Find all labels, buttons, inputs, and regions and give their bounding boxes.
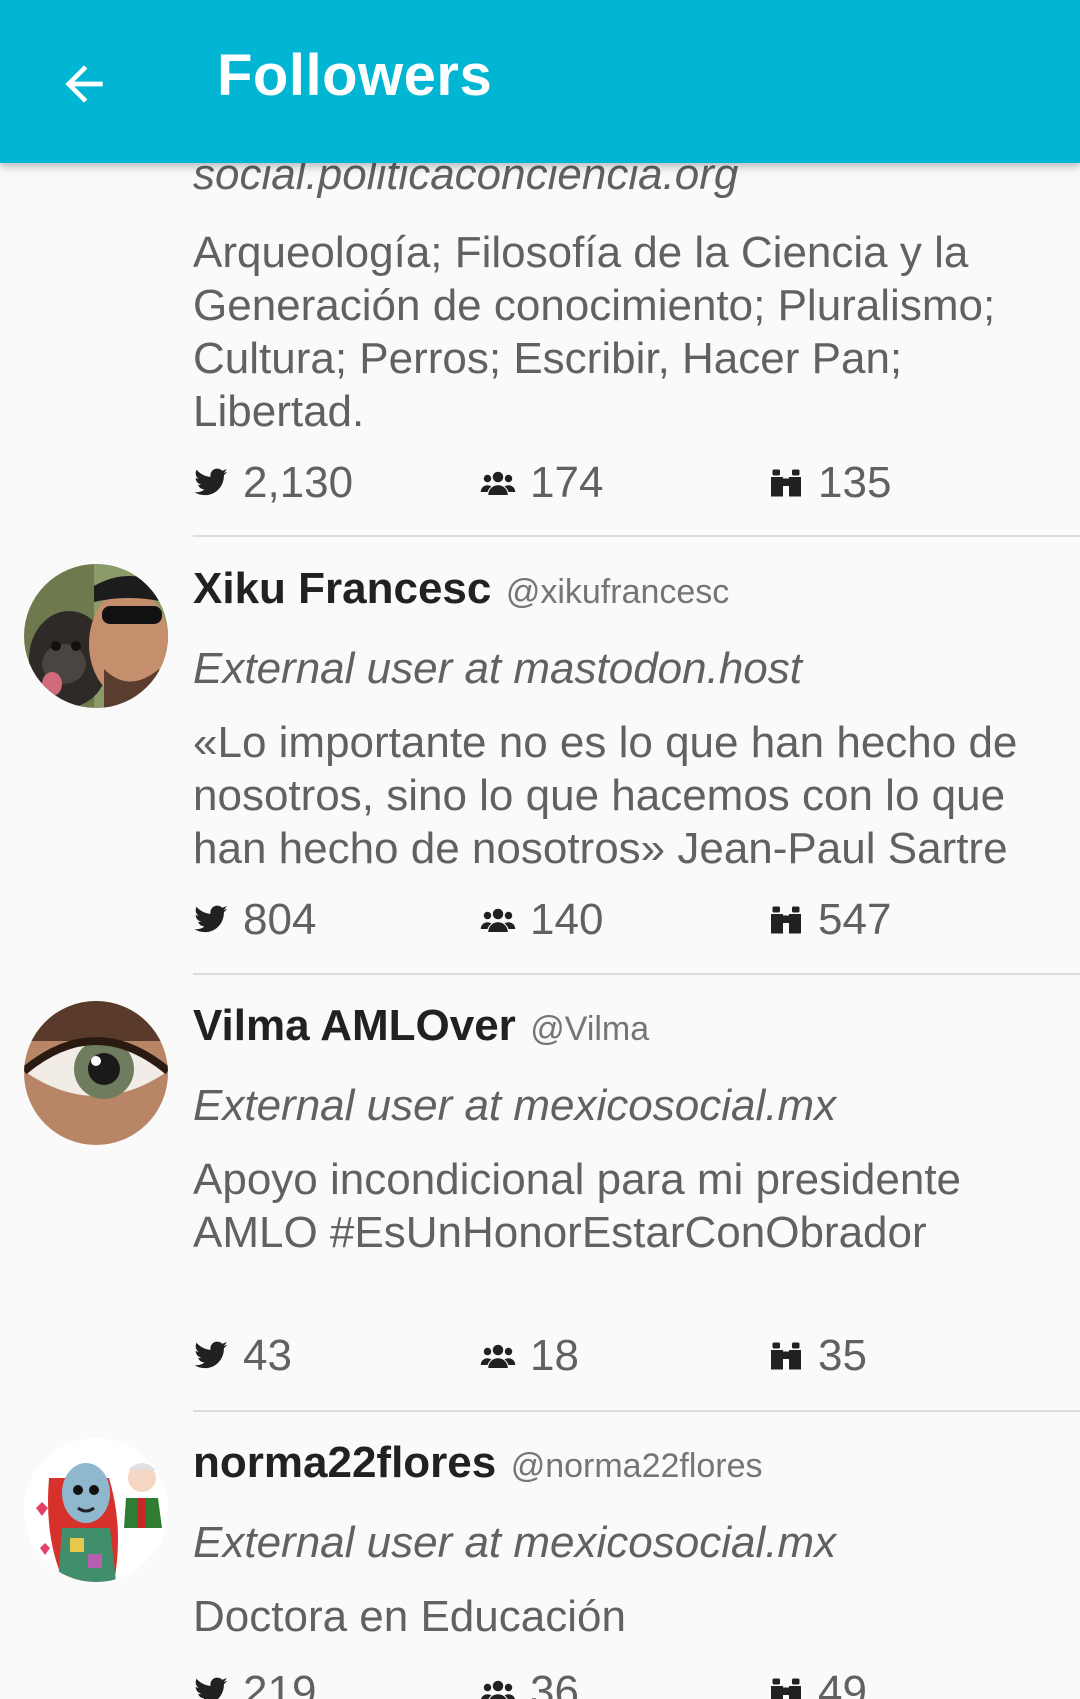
- bird-icon: [194, 468, 228, 496]
- users-icon: [480, 471, 516, 495]
- avatar-image: [24, 564, 168, 708]
- follower-stats: 219 36 49: [193, 1662, 1053, 1699]
- followers-screen: Followers social.politicaconciencia.org …: [0, 0, 1080, 1699]
- follower-handle: @xikufrancesc: [505, 573, 730, 611]
- follower-display-name[interactable]: Vilma AMLOver: [193, 1001, 516, 1050]
- binoculars-icon: [771, 1342, 801, 1370]
- followers-count: 174: [480, 453, 603, 513]
- bird-icon: [194, 905, 228, 933]
- users-icon: [480, 1344, 516, 1368]
- following-count: 135: [768, 453, 891, 513]
- follower-bio: Apoyo incondicional para mi presidente A…: [193, 1155, 962, 1257]
- arrow-left-icon: [65, 65, 103, 103]
- follower-display-name[interactable]: norma22flores: [193, 1438, 496, 1487]
- back-button[interactable]: [40, 40, 128, 128]
- follower-instance: External user at mastodon.host: [193, 644, 802, 693]
- posts-count: 219: [193, 1662, 316, 1699]
- follower-name-row: Vilma AMLOver @Vilma: [193, 1001, 649, 1051]
- app-bar: Followers: [0, 0, 1080, 163]
- follower-instance: External user at mexicosocial.mx: [193, 1518, 837, 1567]
- bird-icon: [195, 1677, 228, 1699]
- follower-bio: «Lo importante no es lo que han hecho de…: [193, 718, 1018, 873]
- divider: [193, 1410, 1080, 1412]
- following-count: 49: [768, 1662, 867, 1699]
- divider: [193, 535, 1080, 537]
- following-count: 35: [768, 1326, 867, 1386]
- follower-bio: Doctora en Educación: [193, 1592, 626, 1641]
- follower-bio: Arqueología; Filosofía de la Ciencia y l…: [193, 228, 996, 436]
- avatar[interactable]: [24, 1001, 168, 1145]
- avatar-image: [24, 1001, 168, 1145]
- follower-display-name[interactable]: Xiku Francesc: [193, 564, 491, 613]
- follower-instance: External user at mexicosocial.mx: [193, 1081, 837, 1130]
- users-icon: [480, 908, 516, 932]
- binoculars-icon: [771, 906, 801, 934]
- binoculars-icon: [771, 469, 801, 497]
- posts-count: 43: [193, 1326, 292, 1386]
- bird-icon: [194, 1341, 228, 1369]
- divider: [193, 973, 1080, 975]
- followers-count: 36: [480, 1662, 579, 1699]
- avatar[interactable]: [24, 1438, 168, 1582]
- follower-handle: @norma22flores: [510, 1447, 763, 1485]
- follower-handle: @Vilma: [530, 1010, 650, 1048]
- follower-name-row: Xiku Francesc @xikufrancesc: [193, 564, 729, 614]
- posts-count: 2,130: [193, 453, 353, 513]
- users-icon: [481, 1680, 515, 1699]
- avatar[interactable]: [24, 564, 168, 708]
- avatar-image: [24, 1438, 168, 1582]
- posts-count: 804: [193, 890, 316, 950]
- follower-stats: 43 18 35: [193, 1326, 1053, 1386]
- following-count: 547: [768, 890, 891, 950]
- follower-name-row: norma22flores @norma22flores: [193, 1438, 763, 1488]
- followers-count: 18: [480, 1326, 579, 1386]
- follower-stats: 2,130 174 135: [193, 453, 1053, 513]
- binoculars-icon: [771, 1678, 801, 1699]
- page-title: Followers: [217, 43, 493, 108]
- follower-stats: 804 140 547: [193, 890, 1053, 950]
- followers-count: 140: [480, 890, 603, 950]
